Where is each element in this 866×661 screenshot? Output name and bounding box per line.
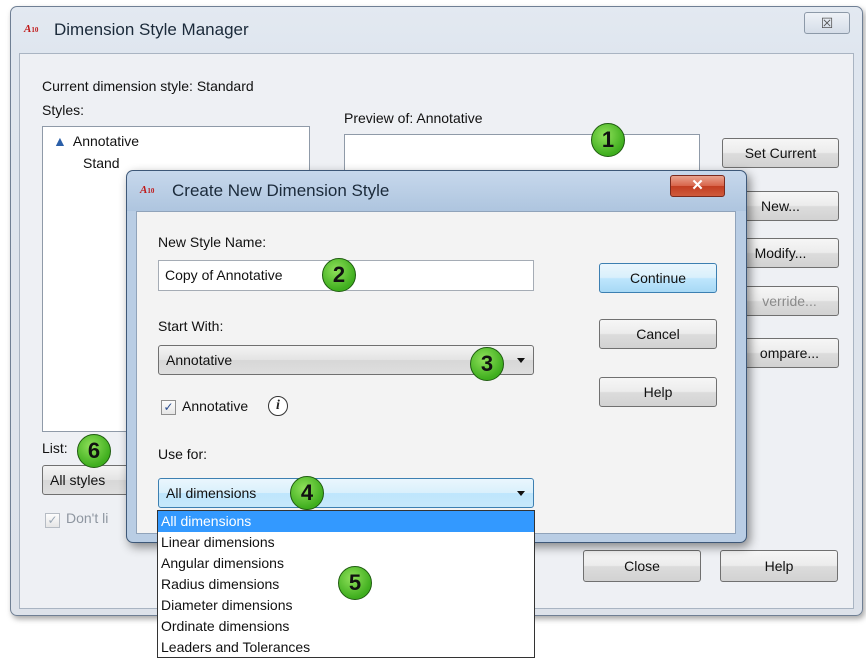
- main-title-bar: A10 Dimension Style Manager ☒: [11, 7, 862, 53]
- list-item[interactable]: Ordinate dimensions: [158, 616, 534, 637]
- start-with-label: Start With:: [158, 318, 224, 334]
- cancel-button[interactable]: Cancel: [599, 319, 717, 349]
- callout-5: 5: [338, 566, 372, 600]
- callout-2: 2: [322, 258, 356, 292]
- dont-list-checkbox[interactable]: ✓: [45, 513, 60, 528]
- dialog-close-button[interactable]: ✕: [670, 175, 725, 197]
- set-current-button[interactable]: Set Current: [722, 138, 839, 168]
- preview-pane: [344, 134, 700, 174]
- new-style-name-label: New Style Name:: [158, 234, 267, 250]
- close-icon: ☒: [820, 15, 834, 31]
- dialog-help-button[interactable]: Help: [599, 377, 717, 407]
- preview-label: Preview of: Annotative: [344, 110, 483, 126]
- dialog-title-bar: A10 Create New Dimension Style ✕: [127, 171, 746, 211]
- annotative-scale-icon: ▲: [53, 133, 67, 149]
- current-style-label: Current dimension style: Standard: [42, 78, 254, 94]
- list-item[interactable]: Linear dimensions: [158, 532, 534, 553]
- main-close-button[interactable]: ☒: [804, 12, 850, 34]
- start-with-value: Annotative: [166, 352, 233, 368]
- list-item[interactable]: ▲ Annotative: [53, 133, 139, 149]
- dialog-client-area: New Style Name: Copy of Annotative Start…: [136, 211, 736, 534]
- info-icon[interactable]: i: [268, 396, 288, 416]
- callout-4: 4: [290, 476, 324, 510]
- continue-button[interactable]: Continue: [599, 263, 717, 293]
- annotative-checkbox[interactable]: ✓: [161, 400, 176, 415]
- use-for-select[interactable]: All dimensions: [158, 478, 534, 508]
- autocad-app-icon: A10: [24, 23, 39, 35]
- use-for-value: All dimensions: [166, 485, 257, 501]
- callout-3: 3: [470, 347, 504, 381]
- close-icon: ✕: [691, 177, 704, 194]
- callout-1: 1: [591, 123, 625, 157]
- dialog-title: Create New Dimension Style: [172, 181, 390, 200]
- list-item[interactable]: Stand: [83, 155, 120, 171]
- callout-6: 6: [77, 434, 111, 468]
- dont-list-label: Don't li: [66, 510, 109, 526]
- use-for-label: Use for:: [158, 446, 208, 462]
- close-button[interactable]: Close: [583, 550, 701, 582]
- chevron-down-icon: [517, 358, 525, 363]
- main-window-title: Dimension Style Manager: [54, 20, 249, 39]
- main-help-button[interactable]: Help: [720, 550, 838, 582]
- style-standard-label: Stand: [83, 155, 120, 171]
- style-annotative-label: Annotative: [72, 133, 140, 149]
- list-item[interactable]: Diameter dimensions: [158, 595, 534, 616]
- annotative-checkbox-label: Annotative: [182, 398, 249, 414]
- chevron-down-icon: [517, 491, 525, 496]
- list-item[interactable]: All dimensions: [158, 511, 534, 532]
- list-label: List:: [42, 440, 68, 456]
- list-filter-value: All styles: [50, 472, 106, 488]
- list-item[interactable]: Leaders and Tolerances: [158, 637, 534, 658]
- autocad-app-icon: A10: [140, 184, 155, 196]
- create-new-dimension-style-dialog: A10 Create New Dimension Style ✕ New Sty…: [126, 170, 747, 543]
- styles-label: Styles:: [42, 102, 85, 118]
